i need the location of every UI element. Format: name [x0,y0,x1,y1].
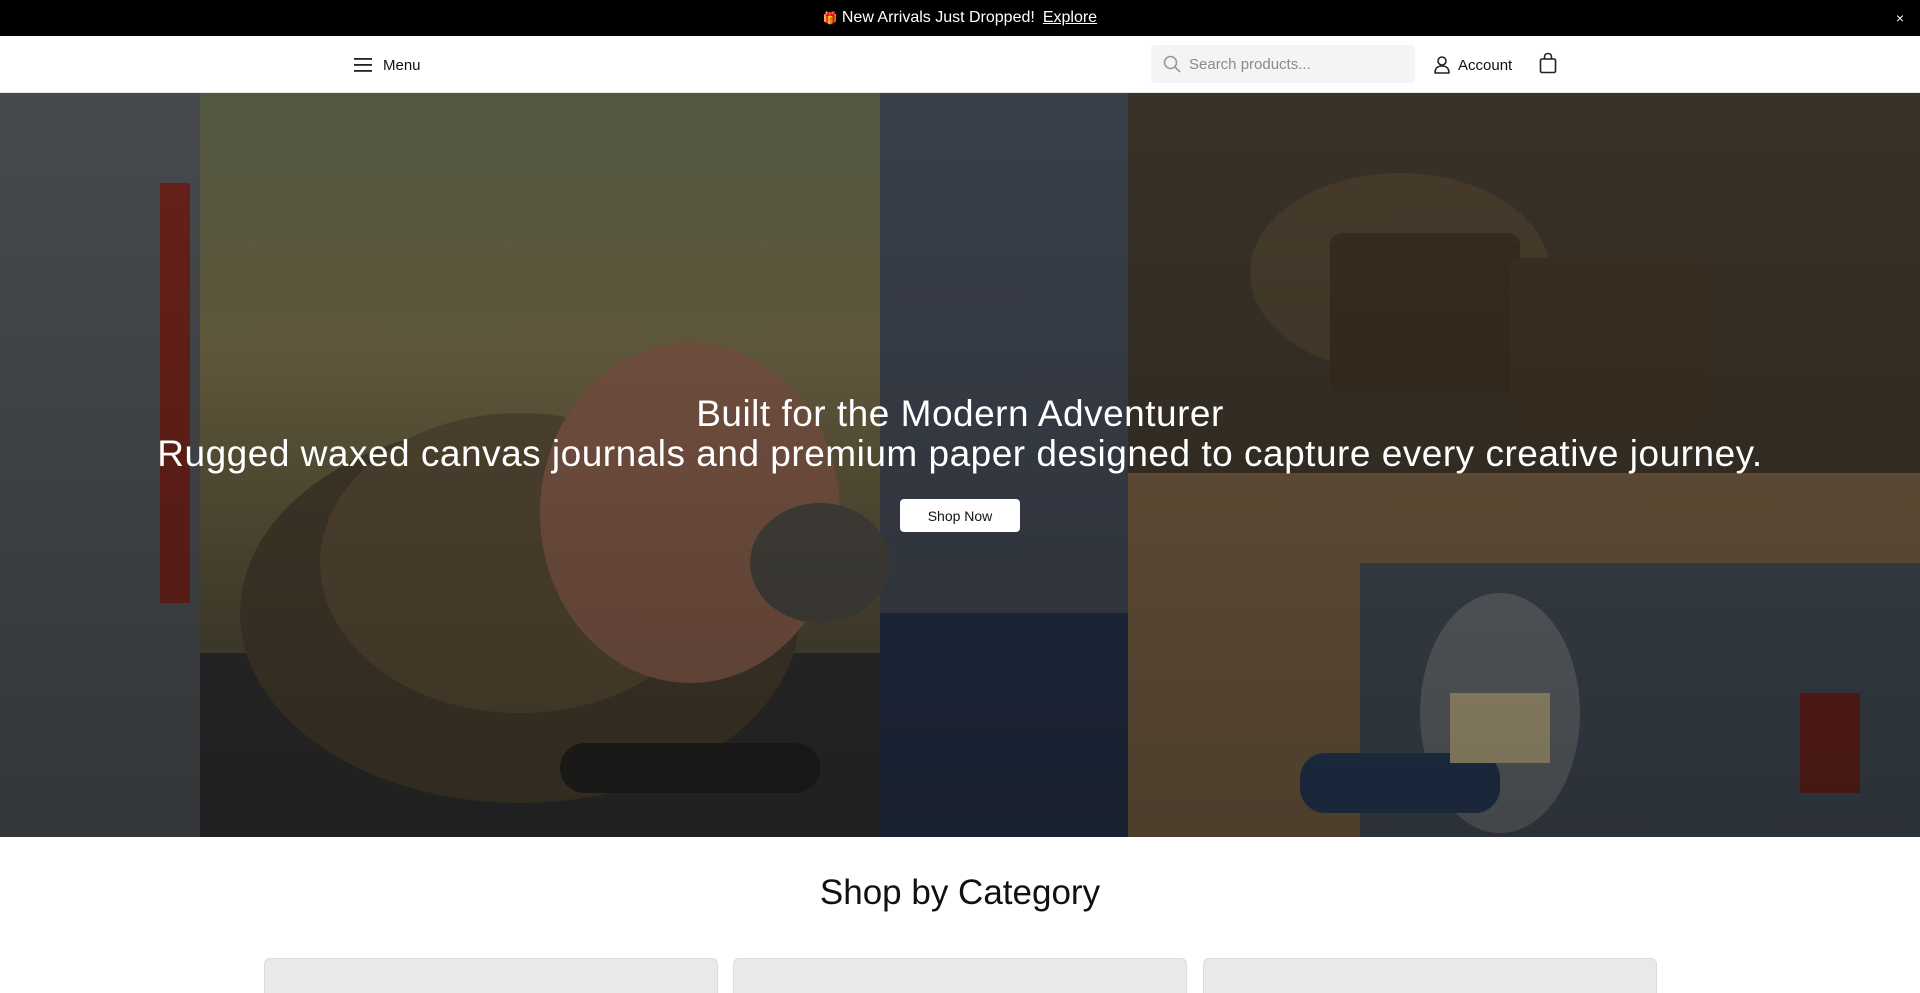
section-title: Shop by Category [819,873,1101,912]
account-button[interactable]: Account [1434,53,1512,77]
category-cards [0,958,1920,993]
hero-banner: Built for the Modern Adventurer Rugged w… [0,93,1920,837]
menu-button[interactable]: Menu [353,53,421,77]
site-header: Menu Account [0,36,1920,93]
hamburger-icon [354,58,372,72]
announcement-explore-link[interactable]: Explore [1043,9,1097,27]
category-card[interactable] [1203,958,1657,993]
category-card[interactable] [733,958,1187,993]
hero-subtitle: Rugged waxed canvas journals and premium… [157,433,1763,474]
announcement-text: New Arrivals Just Dropped! [841,9,1035,26]
hero-content: Built for the Modern Adventurer Rugged w… [0,393,1920,532]
search-input[interactable] [1189,55,1409,73]
shopping-bag-icon [1539,52,1557,74]
search-box[interactable] [1151,45,1415,83]
cart-button[interactable] [1539,52,1557,79]
gift-icon: 🎁 [822,11,838,25]
account-label: Account [1458,56,1513,74]
hero-title: Built for the Modern Adventurer [696,393,1224,434]
search-icon [1163,55,1181,73]
category-card[interactable] [264,958,718,993]
close-icon[interactable]: × [1896,10,1904,26]
menu-label: Menu [383,56,421,74]
user-icon [1434,56,1450,74]
shop-now-button[interactable]: Shop Now [900,499,1020,532]
announcement-bar: 🎁 New Arrivals Just Dropped! Explore × [0,0,1920,36]
